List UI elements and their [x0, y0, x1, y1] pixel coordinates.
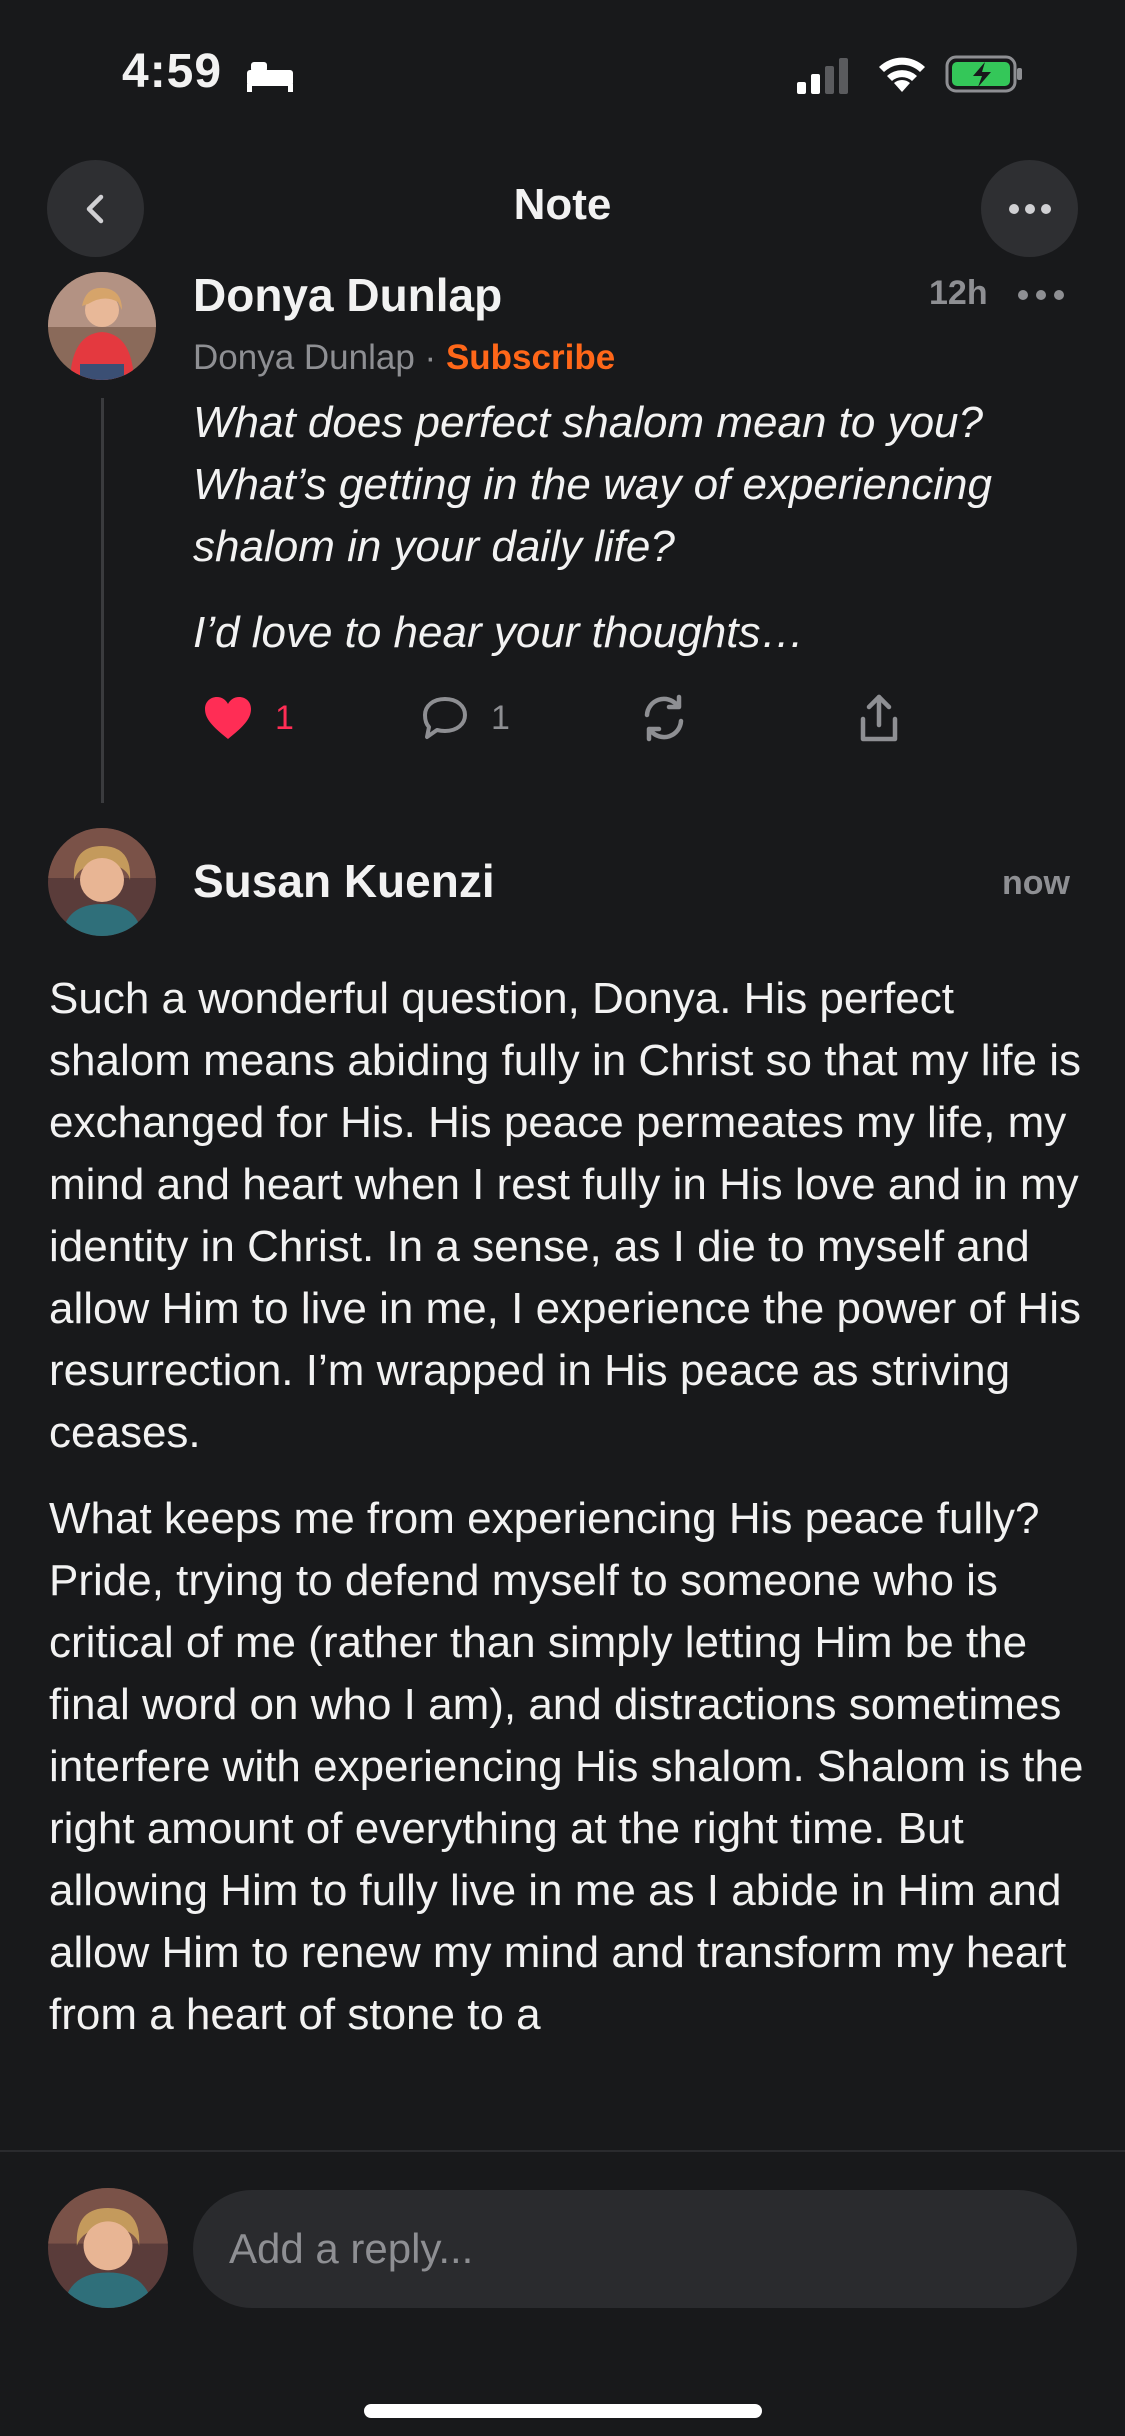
page-title: Note	[513, 180, 612, 229]
reply-paragraph: Such a wonderful question, Donya. His pe…	[49, 974, 1081, 1457]
sleep-focus-icon	[247, 62, 293, 92]
like-count: 1	[275, 698, 294, 737]
wifi-icon	[879, 57, 925, 92]
share-button[interactable]	[857, 688, 901, 748]
reply-author-avatar[interactable]	[48, 828, 156, 936]
ellipsis-icon	[1008, 203, 1051, 214]
current-user-avatar	[48, 2188, 168, 2308]
heart-filled-icon	[205, 697, 251, 739]
reply-input[interactable]: Add a reply...	[193, 2190, 1077, 2308]
author-avatar[interactable]	[48, 272, 156, 380]
note-paragraph: I’d love to hear your thoughts…	[193, 608, 805, 657]
reply-timestamp: now	[1002, 864, 1070, 902]
reply-composer: Add a reply...	[0, 2150, 1125, 2436]
comment-button[interactable]: 1	[421, 688, 510, 748]
comment-count: 1	[491, 698, 510, 737]
note-screen: 4:59 Note Donya Dunlap 12h Donya Dunlap …	[0, 0, 1125, 2436]
subscribe-link[interactable]: Subscribe	[446, 338, 615, 377]
publication-line: Donya Dunlap · Subscribe	[193, 338, 615, 378]
note-more-icon[interactable]	[1017, 282, 1065, 308]
status-time: 4:59	[122, 45, 223, 98]
reply-paragraph: What keeps me from experiencing His peac…	[49, 1494, 1084, 2039]
reply-body: Such a wonderful question, Donya. His pe…	[49, 968, 1089, 2070]
battery-charging-icon	[945, 55, 1022, 93]
like-button[interactable]: 1	[203, 688, 294, 748]
nav-bar: Note	[0, 150, 1125, 270]
note-author-name[interactable]: Donya Dunlap	[193, 268, 502, 322]
status-bar: 4:59	[0, 0, 1125, 150]
reply-placeholder: Add a reply...	[229, 2225, 474, 2272]
publication-name[interactable]: Donya Dunlap	[193, 338, 415, 377]
note-body: What does perfect shalom mean to you? Wh…	[193, 392, 1093, 688]
cellular-signal-icon	[797, 58, 848, 94]
comment-icon	[423, 697, 467, 739]
thread-line	[101, 398, 104, 803]
note-paragraph: What does perfect shalom mean to you? Wh…	[193, 398, 992, 571]
share-icon	[860, 694, 898, 742]
restack-button[interactable]	[639, 688, 689, 748]
note-timestamp: 12h	[929, 274, 988, 312]
separator-dot: ·	[424, 338, 437, 377]
note-action-row: 1 1	[193, 688, 1073, 748]
home-indicator[interactable]	[364, 2404, 762, 2418]
more-options-button[interactable]	[981, 160, 1078, 257]
reply-author-name[interactable]: Susan Kuenzi	[193, 854, 495, 908]
restack-icon	[644, 694, 684, 742]
